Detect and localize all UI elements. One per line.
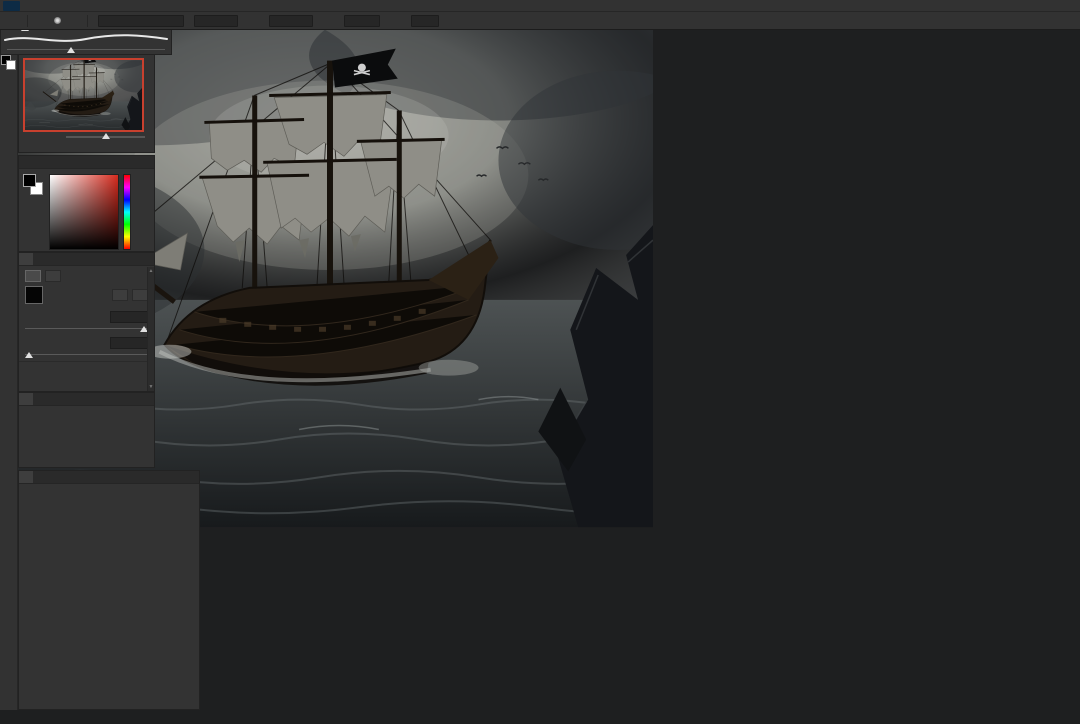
opacity-select[interactable] [194, 15, 238, 27]
smoothing-gear-icon[interactable] [385, 14, 401, 28]
add-vector-mask-icon[interactable] [132, 289, 148, 301]
saturation-brightness-field[interactable] [49, 174, 119, 250]
tool-bar [0, 30, 18, 710]
search-icon[interactable] [1010, 14, 1026, 28]
brush-tool-preset-icon[interactable] [33, 14, 49, 28]
toggle-brush-panel-icon[interactable] [66, 14, 82, 28]
options-bar [0, 12, 1080, 30]
density-field[interactable] [110, 311, 148, 323]
density-slider[interactable] [25, 325, 148, 333]
background-color-swatch[interactable] [6, 60, 16, 70]
flow-select[interactable] [269, 15, 313, 27]
navigator-proxy-view[interactable] [23, 58, 144, 132]
smoothing-select[interactable] [344, 15, 380, 27]
add-mask-icon[interactable] [112, 289, 128, 301]
quick-mask-icon[interactable] [0, 75, 18, 91]
brush-angle-field[interactable] [411, 15, 439, 27]
menu-bar [0, 0, 1080, 12]
feather-slider[interactable] [25, 351, 148, 359]
share-icon[interactable] [1058, 14, 1074, 28]
divider [87, 15, 88, 27]
vector-mask-icon[interactable] [45, 270, 61, 282]
tab-reference[interactable] [19, 471, 33, 483]
brush-preset-picker[interactable] [54, 17, 61, 24]
symmetry-icon[interactable] [465, 14, 481, 28]
panel-menu-icon[interactable] [191, 471, 199, 483]
panel-menu-icon[interactable] [146, 253, 154, 265]
divider [27, 15, 28, 27]
foreground-color[interactable] [23, 174, 36, 187]
home-icon[interactable] [6, 14, 22, 28]
brush-tip-preview [54, 17, 61, 24]
properties-panel: ▲▼ [18, 252, 155, 392]
pixel-mask-icon[interactable] [25, 270, 41, 282]
adjustments-panel [18, 392, 155, 468]
brush-stroke-preview [1, 32, 171, 46]
layer-mask-thumbnail[interactable] [25, 286, 43, 304]
pressure-opacity-icon[interactable] [243, 14, 259, 28]
photoshop-logo [3, 1, 20, 11]
tab-adjustments[interactable] [19, 393, 33, 405]
color-panel [18, 155, 155, 252]
hue-slider[interactable] [123, 174, 131, 250]
brush-preview-slider[interactable] [7, 46, 165, 54]
reference-panel [18, 470, 200, 710]
color-swatches[interactable] [1, 55, 17, 71]
navigator-panel [18, 40, 155, 153]
panel-menu-icon[interactable] [146, 393, 154, 405]
pressure-size-icon[interactable] [444, 14, 460, 28]
screen-mode-icon[interactable] [0, 91, 18, 107]
properties-scrollbar[interactable]: ▲▼ [147, 267, 154, 391]
fg-bg-swatches[interactable] [23, 174, 45, 198]
blend-mode-select[interactable] [98, 15, 184, 27]
navigator-zoom-slider[interactable] [66, 136, 145, 138]
tab-properties[interactable] [19, 253, 33, 265]
feather-field[interactable] [110, 337, 148, 349]
workspace-switcher-icon[interactable] [1034, 14, 1050, 28]
airbrush-icon[interactable] [318, 14, 334, 28]
